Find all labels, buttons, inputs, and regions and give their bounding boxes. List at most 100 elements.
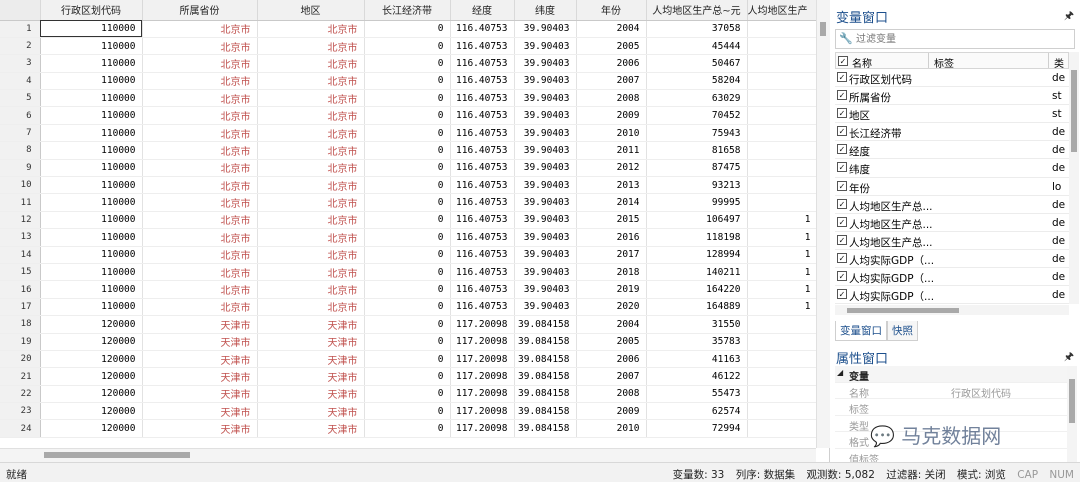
table-cell[interactable]: 39.90403 xyxy=(514,246,577,264)
table-cell[interactable]: 39.90403 xyxy=(514,141,577,160)
table-row[interactable]: 14 110000 北京市 北京市 0 116.40753 39.90403 2017 1289… xyxy=(0,246,818,264)
table-row[interactable]: 19 120000 天津市 天津市 0 117.20098 39.084158 2005 357… xyxy=(0,333,818,351)
table-cell[interactable]: 39.90403 xyxy=(514,89,577,108)
col-label-header[interactable]: 标签 xyxy=(934,55,954,70)
table-cell[interactable]: 116.40753 xyxy=(450,106,515,125)
row-number[interactable]: 3 xyxy=(0,54,41,73)
table-cell[interactable]: 天津市 xyxy=(257,367,365,386)
table-cell[interactable]: 1 xyxy=(747,211,818,230)
table-cell[interactable]: 120000 xyxy=(40,385,143,404)
table-cell[interactable]: 2016 xyxy=(576,228,647,247)
row-number[interactable]: 22 xyxy=(0,385,41,404)
table-cell[interactable] xyxy=(747,315,818,334)
table-cell[interactable]: 117.20098 xyxy=(450,333,515,351)
table-cell[interactable]: 天津市 xyxy=(142,385,258,404)
table-cell[interactable]: 北京市 xyxy=(257,54,365,73)
table-cell[interactable] xyxy=(747,106,818,125)
table-cell[interactable]: 2014 xyxy=(576,193,647,212)
variable-list-item[interactable]: ✓ 所属省份 st xyxy=(835,87,1069,106)
variable-list-item[interactable]: ✓ 人均实际GDP（... de xyxy=(835,250,1069,269)
table-cell[interactable]: 62574 xyxy=(646,402,748,421)
table-cell[interactable]: 2007 xyxy=(576,367,647,386)
table-cell[interactable] xyxy=(747,350,818,369)
table-cell[interactable]: 116.40753 xyxy=(450,298,515,317)
table-row[interactable]: 9 110000 北京市 北京市 0 116.40753 39.90403 2012 87475 xyxy=(0,159,818,178)
table-cell[interactable]: 0 xyxy=(364,280,451,299)
data-table[interactable]: 行政区划代码 所属省份 地区 长江经济带 经度 纬度 年份 人均地区生产总~元 人均地区生产 1… xyxy=(0,0,818,438)
table-cell[interactable]: 0 xyxy=(364,124,451,143)
table-cell[interactable]: 北京市 xyxy=(257,280,365,299)
collapse-icon[interactable]: ◢ xyxy=(837,368,843,377)
table-cell[interactable]: 116.40753 xyxy=(450,37,515,56)
table-cell[interactable]: 北京市 xyxy=(257,176,365,195)
table-cell[interactable]: 118198 xyxy=(646,228,748,247)
table-cell[interactable]: 110000 xyxy=(40,20,143,38)
table-cell[interactable]: 北京市 xyxy=(257,193,365,212)
column-header[interactable]: 年份 xyxy=(576,0,647,21)
table-cell[interactable]: 天津市 xyxy=(142,333,258,351)
table-cell[interactable]: 110000 xyxy=(40,141,143,160)
table-cell[interactable]: 天津市 xyxy=(142,315,258,334)
table-cell[interactable]: 2015 xyxy=(576,211,647,230)
table-cell[interactable]: 39.90403 xyxy=(514,124,577,143)
variable-checkbox[interactable]: ✓ xyxy=(837,90,847,101)
table-cell[interactable]: 2005 xyxy=(576,37,647,56)
table-cell[interactable]: 2018 xyxy=(576,263,647,282)
filter-variables-box[interactable]: 🔧 xyxy=(835,29,1075,49)
table-cell[interactable]: 北京市 xyxy=(142,106,258,125)
table-cell[interactable]: 39.90403 xyxy=(514,159,577,178)
table-cell[interactable]: 北京市 xyxy=(142,246,258,264)
table-cell[interactable]: 39.90403 xyxy=(514,72,577,91)
table-row[interactable]: 15 110000 北京市 北京市 0 116.40753 39.90403 2018 1402… xyxy=(0,263,818,282)
row-number[interactable]: 12 xyxy=(0,211,41,230)
table-cell[interactable]: 116.40753 xyxy=(450,193,515,212)
table-cell[interactable]: 0 xyxy=(364,350,451,369)
table-row[interactable]: 24 120000 天津市 天津市 0 117.20098 39.084158 2010 729… xyxy=(0,419,818,438)
table-cell[interactable]: 75943 xyxy=(646,124,748,143)
variable-checkbox[interactable]: ✓ xyxy=(837,234,847,245)
table-cell[interactable]: 116.40753 xyxy=(450,124,515,143)
table-cell[interactable]: 北京市 xyxy=(142,228,258,247)
table-row[interactable]: 3 110000 北京市 北京市 0 116.40753 39.90403 2006 50467 xyxy=(0,54,818,73)
table-cell[interactable]: 116.40753 xyxy=(450,228,515,247)
table-cell[interactable]: 北京市 xyxy=(257,159,365,178)
table-cell[interactable]: 120000 xyxy=(40,367,143,386)
table-cell[interactable] xyxy=(747,54,818,73)
variable-checkbox[interactable]: ✓ xyxy=(837,72,847,82)
table-cell[interactable]: 0 xyxy=(364,228,451,247)
row-number[interactable]: 17 xyxy=(0,298,41,317)
table-cell[interactable]: 72994 xyxy=(646,419,748,438)
table-cell[interactable]: 37058 xyxy=(646,20,748,38)
column-header[interactable]: 人均地区生产 xyxy=(747,0,818,21)
table-cell[interactable] xyxy=(747,20,818,38)
table-cell[interactable]: 天津市 xyxy=(257,350,365,369)
row-number[interactable]: 7 xyxy=(0,124,41,143)
table-cell[interactable]: 110000 xyxy=(40,159,143,178)
table-cell[interactable]: 164889 xyxy=(646,298,748,317)
table-cell[interactable]: 117.20098 xyxy=(450,402,515,421)
column-header[interactable]: 所属省份 xyxy=(142,0,258,21)
variable-list-item[interactable]: ✓ 纬度 de xyxy=(835,159,1069,178)
table-cell[interactable]: 2008 xyxy=(576,385,647,404)
table-cell[interactable]: 117.20098 xyxy=(450,385,515,404)
table-cell[interactable]: 110000 xyxy=(40,211,143,230)
variable-checkbox[interactable]: ✓ xyxy=(837,198,847,209)
table-cell[interactable]: 93213 xyxy=(646,176,748,195)
variable-checkbox[interactable]: ✓ xyxy=(837,126,847,137)
table-cell[interactable]: 0 xyxy=(364,20,451,38)
table-cell[interactable]: 北京市 xyxy=(257,37,365,56)
table-cell[interactable]: 1 xyxy=(747,246,818,264)
table-cell[interactable] xyxy=(747,176,818,195)
variable-list-item[interactable]: ✓ 年份 lo xyxy=(835,178,1069,196)
table-cell[interactable]: 北京市 xyxy=(142,54,258,73)
property-row[interactable]: 标签 xyxy=(835,399,1067,416)
table-row[interactable]: 7 110000 北京市 北京市 0 116.40753 39.90403 2010 75943 xyxy=(0,124,818,143)
table-cell[interactable]: 117.20098 xyxy=(450,367,515,386)
column-header[interactable]: 长江经济带 xyxy=(364,0,451,21)
table-cell[interactable]: 39.90403 xyxy=(514,228,577,247)
pin-icon[interactable]: 🖈 xyxy=(1064,7,1074,26)
table-cell[interactable]: 1 xyxy=(747,263,818,282)
variable-checkbox[interactable]: ✓ xyxy=(837,271,847,282)
table-cell[interactable]: 2010 xyxy=(576,124,647,143)
row-number[interactable]: 15 xyxy=(0,263,41,282)
